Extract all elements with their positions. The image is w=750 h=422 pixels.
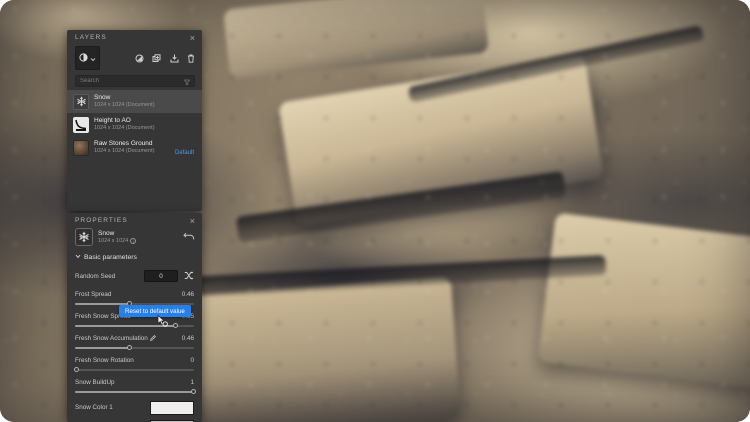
blend-mode-icon xyxy=(79,49,88,67)
blend-mode-button[interactable] xyxy=(75,46,100,70)
snowflake-icon xyxy=(75,228,93,246)
properties-panel-title: PROPERTIES xyxy=(75,217,128,224)
trash-icon[interactable] xyxy=(187,54,195,63)
slider-handle[interactable] xyxy=(74,367,79,372)
layers-panel-title: LAYERS xyxy=(75,34,107,41)
param-random-seed: Random Seed xyxy=(67,264,202,288)
edit-pen-icon[interactable] xyxy=(150,335,156,343)
rock-thumbnail xyxy=(73,140,89,156)
app-window: LAYERS × xyxy=(0,0,750,422)
random-seed-input[interactable] xyxy=(144,270,178,282)
layer-meta: 1024 x 1024 (Document) xyxy=(94,102,155,109)
add-layer-icon[interactable] xyxy=(152,54,162,63)
layer-meta: 1024 x 1024 (Document) xyxy=(94,125,155,132)
param-value: 1 xyxy=(190,379,194,386)
mouse-cursor-icon xyxy=(157,314,168,332)
layer-item-snow[interactable]: Snow 1024 x 1024 (Document) xyxy=(67,90,202,113)
layer-search-box xyxy=(75,75,195,87)
section-label: Basic parameters xyxy=(84,254,137,261)
slider-handle[interactable] xyxy=(173,323,178,328)
param-label: Snow BuildUp xyxy=(75,379,115,386)
filter-icon[interactable] xyxy=(184,72,190,90)
param-value: 0.46 xyxy=(182,335,194,342)
layer-item-height-to-ao[interactable]: Height to AO 1024 x 1024 (Document) xyxy=(67,113,202,136)
param-label: Fresh Snow Rotation xyxy=(75,357,134,364)
mask-icon[interactable] xyxy=(135,54,144,63)
basic-parameters-section[interactable]: Basic parameters xyxy=(67,250,202,264)
param-snow-color-2: Snow Color 2 xyxy=(67,417,202,422)
layer-name: Height to AO xyxy=(94,117,155,125)
color-swatch[interactable] xyxy=(150,401,194,415)
info-icon[interactable]: i xyxy=(130,238,136,244)
selected-layer-summary: Snow 1024 x 1024 i xyxy=(67,226,202,250)
param-fresh-snow-rotation: Fresh Snow Rotation 0 xyxy=(67,354,202,376)
close-icon[interactable]: × xyxy=(190,218,195,224)
property-layer-name: Snow xyxy=(98,230,136,238)
param-value: 0 xyxy=(190,357,194,364)
fresh-snow-accumulation-slider[interactable] xyxy=(75,345,194,351)
param-label: Frost Spread xyxy=(75,291,111,298)
layer-name: Raw Stones Ground xyxy=(94,140,155,148)
reset-tooltip: Reset to default value xyxy=(119,305,191,317)
chevron-down-icon xyxy=(90,49,96,67)
properties-panel: PROPERTIES × Snow 1024 x 1024 i xyxy=(67,213,202,422)
snow-buildup-slider[interactable] xyxy=(75,389,194,395)
layers-panel: LAYERS × xyxy=(67,30,202,211)
param-snow-color-1: Snow Color 1 xyxy=(67,398,202,417)
search-input[interactable] xyxy=(80,78,184,84)
param-fresh-snow-accumulation: Fresh Snow Accumulation 0.46 xyxy=(67,332,202,354)
param-label: Fresh Snow Accumulation xyxy=(75,335,156,343)
import-icon[interactable] xyxy=(170,54,179,63)
height-curve-icon xyxy=(73,117,89,133)
param-snow-buildup: Snow BuildUp 1 xyxy=(67,376,202,398)
property-layer-meta: 1024 x 1024 xyxy=(98,238,128,245)
fresh-snow-spread-slider[interactable] xyxy=(75,323,194,329)
chevron-down-icon xyxy=(75,254,81,261)
randomize-icon[interactable] xyxy=(184,267,194,285)
param-value: 0.46 xyxy=(182,291,194,298)
slider-handle[interactable] xyxy=(127,345,132,350)
snowflake-icon xyxy=(73,94,89,110)
layer-meta: 1024 x 1024 (Document) xyxy=(94,148,155,155)
undo-icon[interactable] xyxy=(183,228,195,246)
slider-handle[interactable] xyxy=(191,389,196,394)
param-label: Snow Color 1 xyxy=(75,404,113,411)
layer-list: Snow 1024 x 1024 (Document) Height to AO… xyxy=(67,90,202,159)
default-link[interactable]: Default xyxy=(175,150,194,156)
close-icon[interactable]: × xyxy=(190,35,195,41)
fresh-snow-rotation-slider[interactable] xyxy=(75,367,194,373)
param-label: Random Seed xyxy=(75,273,115,280)
layer-name: Snow xyxy=(94,94,155,102)
